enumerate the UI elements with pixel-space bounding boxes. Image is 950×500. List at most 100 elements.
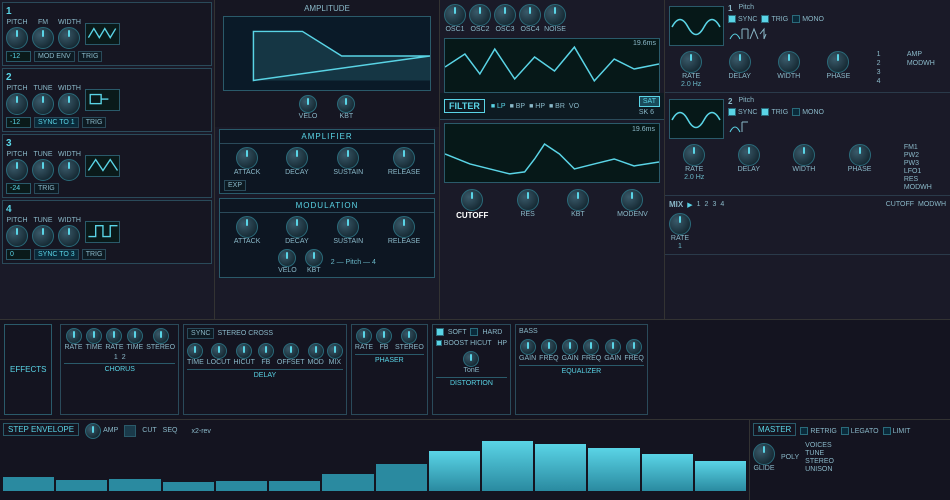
- master-limit-check[interactable]: LIMIT: [883, 427, 911, 435]
- filter-mode-br[interactable]: ■ BR: [549, 103, 565, 110]
- osc1-trig-btn[interactable]: TRIG: [78, 51, 103, 62]
- amp-release-knob[interactable]: [393, 147, 415, 169]
- lfo2-mono-check[interactable]: MONO: [792, 108, 824, 116]
- osc2-sync-btn[interactable]: SYNC TO 1: [34, 117, 79, 128]
- delay-offset-knob[interactable]: [283, 343, 299, 359]
- amp-decay-knob[interactable]: [286, 147, 308, 169]
- lfo1-delay-knob[interactable]: [729, 51, 751, 73]
- lfo2-rate-knob[interactable]: [683, 144, 705, 166]
- delay-locut-knob[interactable]: [211, 343, 227, 359]
- osc2-tune-knob[interactable]: [32, 93, 54, 115]
- dist-hard-check[interactable]: [470, 328, 478, 336]
- lfo2-trig-checkbox[interactable]: [761, 108, 769, 116]
- filter-mode-vo[interactable]: VO: [569, 103, 579, 110]
- mod-attack-knob[interactable]: [236, 216, 258, 238]
- osc2-trig-btn[interactable]: TRIG: [82, 117, 107, 128]
- dist-hp-check[interactable]: [436, 340, 442, 346]
- delay-fb-knob[interactable]: [258, 343, 274, 359]
- phaser-fb-knob[interactable]: [376, 328, 392, 344]
- filter-res-knob[interactable]: [517, 189, 539, 211]
- step-bar-7[interactable]: [376, 464, 427, 491]
- eq-mid-freq-knob[interactable]: [583, 339, 599, 355]
- step-bar-2[interactable]: [109, 479, 160, 491]
- phaser-stereo-knob[interactable]: [401, 328, 417, 344]
- master-legato-check[interactable]: LEGATO: [841, 427, 879, 435]
- lfo1-trig-checkbox[interactable]: [761, 15, 769, 23]
- osc1-mix-knob[interactable]: [444, 4, 466, 26]
- step-bar-8[interactable]: [429, 451, 480, 491]
- step-bar-6[interactable]: [322, 474, 373, 491]
- osc4-width-knob[interactable]: [58, 225, 80, 247]
- lfo2-width-knob[interactable]: [793, 144, 815, 166]
- delay-sync-btn[interactable]: SYNC: [187, 328, 214, 339]
- delay-mix-knob[interactable]: [327, 343, 343, 359]
- step-amp-knob[interactable]: [85, 423, 101, 439]
- mod-decay-knob[interactable]: [286, 216, 308, 238]
- osc3-mix-knob[interactable]: [494, 4, 516, 26]
- step-bar-13[interactable]: [695, 461, 746, 491]
- step-bar-11[interactable]: [588, 448, 639, 491]
- lfo2-mono-checkbox[interactable]: [792, 108, 800, 116]
- chorus-time1-knob[interactable]: [86, 328, 102, 344]
- amp-velo-knob[interactable]: [299, 95, 317, 113]
- phaser-rate-knob[interactable]: [356, 328, 372, 344]
- lfo2-phase-knob[interactable]: [849, 144, 871, 166]
- cutoff-knob[interactable]: [461, 189, 483, 211]
- eq-high-freq-knob[interactable]: [626, 339, 642, 355]
- amp-kbt-knob[interactable]: [337, 95, 355, 113]
- lfo1-width-knob[interactable]: [778, 51, 800, 73]
- master-limit-checkbox[interactable]: [883, 427, 891, 435]
- mix-rate-knob[interactable]: [669, 213, 691, 235]
- step-bar-9[interactable]: [482, 441, 533, 491]
- eq-high-gain-knob[interactable]: [605, 339, 621, 355]
- master-glide-knob[interactable]: [753, 443, 775, 465]
- lfo1-mono-check[interactable]: MONO: [792, 15, 824, 23]
- mod-kbt-knob[interactable]: [305, 249, 323, 267]
- osc1-modenv-btn[interactable]: MOD ENV: [34, 51, 75, 62]
- step-bar-4[interactable]: [216, 481, 267, 491]
- osc2-width-knob[interactable]: [58, 93, 80, 115]
- step-bar-5[interactable]: [269, 481, 320, 491]
- lfo2-trig-check[interactable]: TRIG: [761, 108, 788, 116]
- step-bar-3[interactable]: [163, 482, 214, 491]
- lfo1-mono-checkbox[interactable]: [792, 15, 800, 23]
- delay-hicut-knob[interactable]: [236, 343, 252, 359]
- osc2-mix-knob[interactable]: [469, 4, 491, 26]
- filter-mode-bp[interactable]: ■ BP: [510, 103, 526, 110]
- lfo1-rate-knob[interactable]: [680, 51, 702, 73]
- osc3-tune-knob[interactable]: [32, 159, 54, 181]
- filter-mode-lp[interactable]: ■ LP: [491, 103, 506, 110]
- master-retrig-check[interactable]: RETRIG: [800, 427, 836, 435]
- eq-mid-gain-knob[interactable]: [562, 339, 578, 355]
- lfo1-trig-check[interactable]: TRIG: [761, 15, 788, 23]
- lfo1-phase-knob[interactable]: [827, 51, 849, 73]
- dist-soft-check[interactable]: [436, 328, 444, 336]
- osc4-mix-knob[interactable]: [519, 4, 541, 26]
- filter-kbt-knob[interactable]: [567, 189, 589, 211]
- amp-exp-btn[interactable]: EXP: [224, 180, 246, 191]
- amp-attack-knob[interactable]: [236, 147, 258, 169]
- lfo2-delay-knob[interactable]: [738, 144, 760, 166]
- amp-sustain-knob[interactable]: [337, 147, 359, 169]
- osc3-trig-btn[interactable]: TRIG: [34, 183, 59, 194]
- filter-modenv-knob[interactable]: [621, 189, 643, 211]
- mod-velo-knob[interactable]: [278, 249, 296, 267]
- delay-time-knob[interactable]: [187, 343, 203, 359]
- osc4-sync-btn[interactable]: SYNC TO 3: [34, 249, 79, 260]
- osc4-pitch-knob[interactable]: [6, 225, 28, 247]
- osc1-fm-knob[interactable]: [32, 27, 54, 49]
- mod-release-knob[interactable]: [393, 216, 415, 238]
- master-legato-checkbox[interactable]: [841, 427, 849, 435]
- osc3-pitch-knob[interactable]: [6, 159, 28, 181]
- lfo2-sync-check[interactable]: SYNC: [728, 108, 757, 116]
- filter-mode-hp[interactable]: ■ HP: [529, 103, 545, 110]
- master-retrig-checkbox[interactable]: [800, 427, 808, 435]
- step-bar-1[interactable]: [56, 480, 107, 491]
- osc4-tune-knob[interactable]: [32, 225, 54, 247]
- delay-mod-knob[interactable]: [308, 343, 324, 359]
- eq-bass-gain-knob[interactable]: [520, 339, 536, 355]
- osc1-width-knob[interactable]: [58, 27, 80, 49]
- mod-sustain-knob[interactable]: [337, 216, 359, 238]
- chorus-time2-knob[interactable]: [127, 328, 143, 344]
- chorus-rate1-knob[interactable]: [66, 328, 82, 344]
